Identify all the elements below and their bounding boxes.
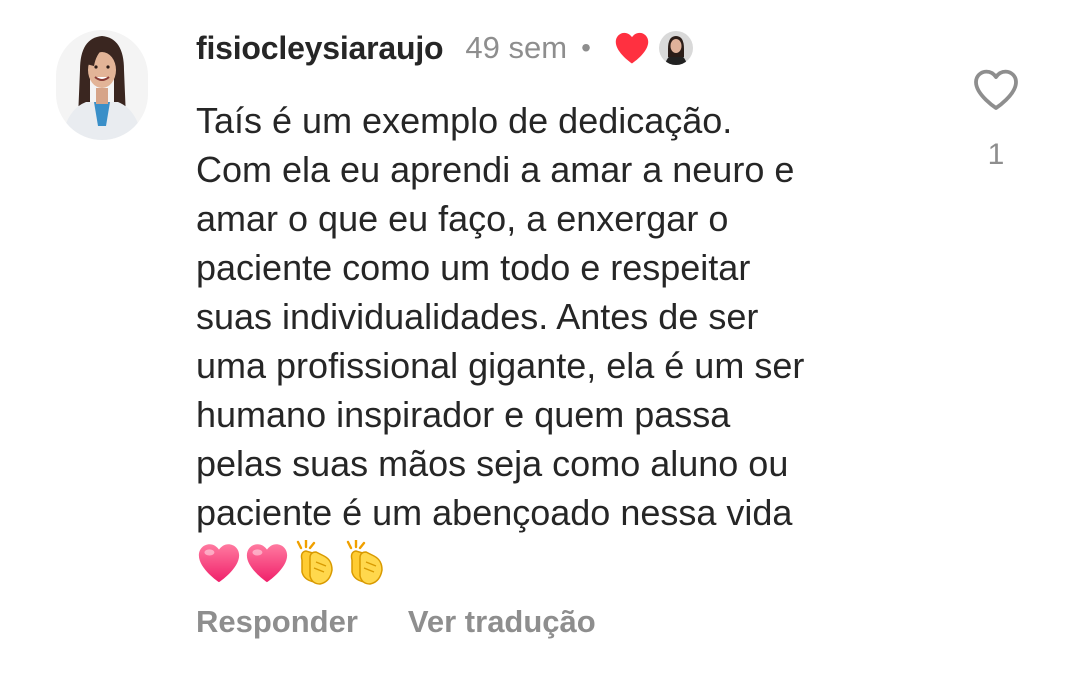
- comment-line: suas individualidades. Antes de ser: [196, 296, 759, 337]
- comment-actions: Responder Ver tradução: [196, 604, 596, 640]
- avatar-image: [56, 30, 148, 140]
- comment-text: Taís é um exemplo de dedicação. Com ela …: [196, 96, 956, 537]
- author-avatar: [656, 29, 695, 67]
- heart-red-icon: [613, 31, 651, 65]
- comment-line: paciente é um abençoado nessa vida: [196, 492, 793, 533]
- reply-button[interactable]: Responder: [196, 604, 358, 640]
- heart-outline-icon[interactable]: [972, 68, 1020, 112]
- comment: fisiocleysiaraujo 49 sem • Taís é um exe…: [0, 0, 1080, 679]
- separator-dot: •: [581, 32, 591, 63]
- comment-line: Taís é um exemplo de dedicação.: [196, 100, 733, 141]
- comment-line: pelas suas mãos seja como aluno ou: [196, 443, 789, 484]
- comment-like: 1: [968, 68, 1024, 172]
- pink-heart-emoji: [196, 541, 242, 585]
- pink-heart-emoji: [244, 541, 290, 585]
- username[interactable]: fisiocleysiaraujo: [196, 30, 444, 67]
- comment-line: Com ela eu aprendi a amar a neuro e: [196, 149, 795, 190]
- emoji-row: [196, 540, 390, 586]
- author-liked-badge: [613, 29, 695, 67]
- timestamp: 49 sem: [465, 30, 568, 65]
- avatar[interactable]: [56, 30, 148, 140]
- comment-line: humano inspirador e quem passa: [196, 394, 731, 435]
- comment-header: fisiocleysiaraujo 49 sem •: [196, 24, 695, 72]
- clapping-hands-emoji: [342, 540, 390, 586]
- like-count[interactable]: 1: [988, 138, 1005, 172]
- comment-line: amar o que eu faço, a enxergar o: [196, 198, 729, 239]
- comment-line: paciente como um todo e respeitar: [196, 247, 751, 288]
- clapping-hands-emoji: [292, 540, 340, 586]
- comment-line: uma profissional gigante, ela é um ser: [196, 345, 805, 386]
- translate-button[interactable]: Ver tradução: [408, 604, 596, 640]
